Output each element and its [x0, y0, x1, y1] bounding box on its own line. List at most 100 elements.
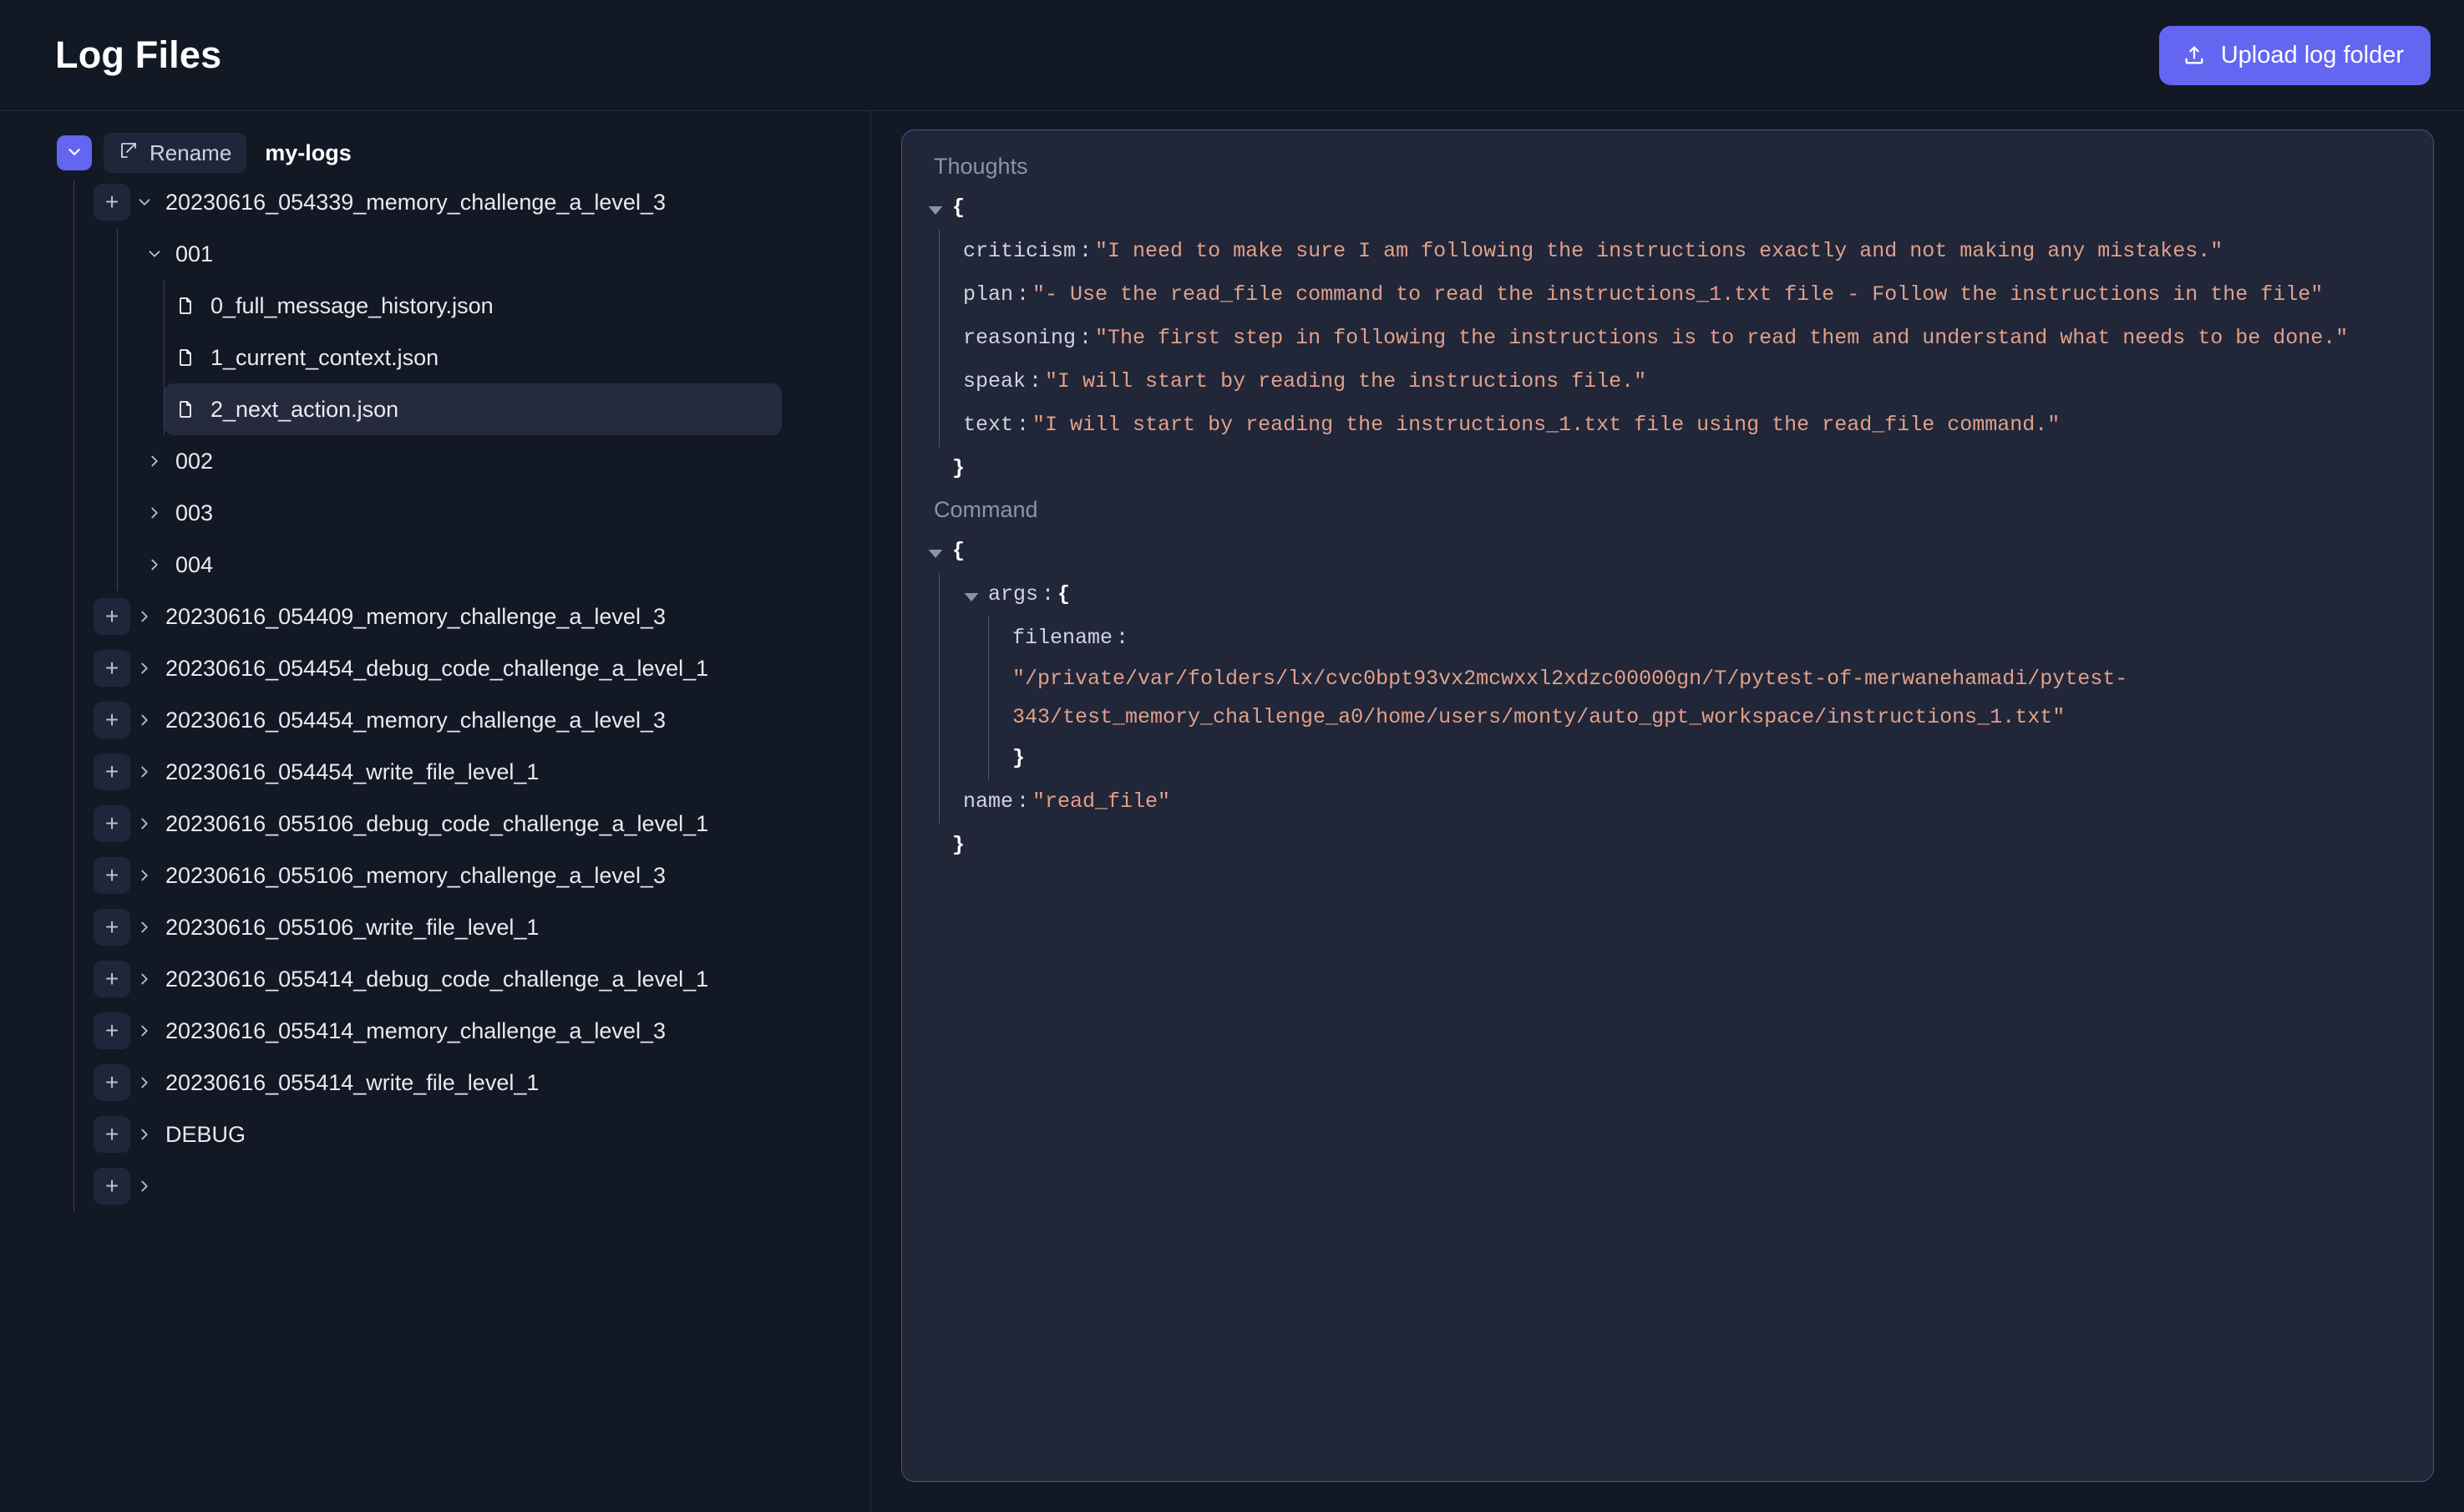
add-folder-button[interactable]: + — [94, 909, 130, 946]
json-brace: } — [952, 447, 965, 490]
file-label: 2_next_action.json — [210, 397, 398, 423]
tree-subfolder-row[interactable]: 001 — [0, 228, 870, 280]
add-folder-button[interactable]: + — [94, 1168, 130, 1205]
tree-folder-row-debug[interactable]: + — [0, 1160, 870, 1212]
tree-folder-label: 20230616_054454_memory_challenge_a_level… — [165, 708, 666, 733]
json-brace: } — [1012, 737, 1025, 780]
chevron-right-icon[interactable] — [130, 866, 159, 885]
root-folder-name: my-logs — [265, 140, 352, 166]
json-value: "/private/var/folders/lx/cvc0bpt93vx2mcw… — [1012, 660, 2140, 737]
json-key: filename — [1012, 616, 1113, 660]
json-entry-row: text : "I will start by reading the inst… — [963, 403, 2408, 447]
list-item[interactable]: 1_current_context.json — [164, 332, 782, 383]
tree-folder-row[interactable]: + 20230616_055106_debug_code_challenge_a… — [0, 798, 870, 850]
chevron-right-icon[interactable] — [130, 1022, 159, 1040]
tree-folder-row[interactable]: + 20230616_054454_debug_code_challenge_a… — [0, 642, 870, 694]
caret-down-icon[interactable] — [927, 186, 952, 219]
add-folder-button[interactable]: + — [94, 598, 130, 635]
chevron-right-icon[interactable] — [130, 918, 159, 936]
chevron-right-icon[interactable] — [130, 1125, 159, 1144]
tree-folder-row[interactable]: + 20230616_055106_memory_challenge_a_lev… — [0, 850, 870, 901]
tree-guide-line — [164, 280, 165, 435]
json-brace: { — [952, 186, 965, 230]
chevron-right-icon[interactable] — [130, 1177, 159, 1195]
tree-subfolder-label: 004 — [175, 552, 213, 578]
tree-folder-label: 20230616_055106_memory_challenge_a_level… — [165, 863, 666, 889]
json-key: text — [963, 403, 1013, 447]
chevron-right-icon[interactable] — [130, 607, 159, 626]
tree-folder-row[interactable]: + 20230616_055414_write_file_level_1 — [0, 1057, 870, 1109]
chevron-right-icon[interactable] — [140, 504, 169, 522]
json-args-open-row: args : { — [963, 573, 2408, 616]
tree-subfolder-row[interactable]: 002 — [0, 435, 870, 487]
tree-folder-row[interactable]: + DEBUG — [0, 1109, 870, 1160]
chevron-right-icon[interactable] — [140, 556, 169, 574]
json-entry-row: criticism : "I need to make sure I am fo… — [963, 230, 2408, 273]
list-item[interactable]: 0_full_message_history.json — [164, 280, 782, 332]
log-tree-pane: Rename my-logs + 20230616_054339_memory_… — [0, 111, 871, 1512]
tree-folder-row[interactable]: + 20230616_054339_memory_challenge_a_lev… — [0, 176, 870, 228]
tree-folder-row[interactable]: + 20230616_054454_memory_challenge_a_lev… — [0, 694, 870, 746]
add-folder-button[interactable]: + — [94, 857, 130, 894]
add-folder-button[interactable]: + — [94, 650, 130, 687]
chevron-right-icon[interactable] — [130, 1073, 159, 1092]
add-folder-button[interactable]: + — [94, 1012, 130, 1049]
add-folder-button[interactable]: + — [94, 1064, 130, 1101]
json-close-row: } — [927, 824, 2408, 867]
tree-folder-row[interactable]: + 20230616_054454_write_file_level_1 — [0, 746, 870, 798]
add-folder-button[interactable]: + — [94, 702, 130, 738]
page-title: Log Files — [55, 33, 221, 77]
chevron-right-icon[interactable] — [130, 970, 159, 988]
json-value: "I need to make sure I am following the … — [1095, 230, 2223, 273]
tree-folder-row[interactable]: + 20230616_055414_debug_code_challenge_a… — [0, 953, 870, 1005]
rename-button[interactable]: Rename — [104, 133, 246, 173]
tree-folder-row[interactable]: + 20230616_055414_memory_challenge_a_lev… — [0, 1005, 870, 1057]
json-entry-row: speak : "I will start by reading the ins… — [963, 360, 2408, 403]
json-value: "The first step in following the instruc… — [1095, 317, 2348, 360]
chevron-down-icon[interactable] — [130, 193, 159, 211]
tree-folder-row[interactable]: + 20230616_054409_memory_challenge_a_lev… — [0, 591, 870, 642]
tree-folder-row[interactable]: + 20230616_055106_write_file_level_1 — [0, 901, 870, 953]
add-folder-button[interactable]: + — [94, 184, 130, 221]
json-viewer-pane: Thoughts { criticism : "I need to make s… — [871, 111, 2464, 1512]
rename-button-label: Rename — [150, 140, 231, 166]
chevron-right-icon[interactable] — [140, 452, 169, 470]
json-value-row: "/private/var/folders/lx/cvc0bpt93vx2mcw… — [1012, 660, 2408, 737]
add-folder-button[interactable]: + — [94, 753, 130, 790]
json-brace: } — [952, 824, 965, 867]
list-item-selected[interactable]: 2_next_action.json — [164, 383, 782, 435]
upload-log-folder-button[interactable]: Upload log folder — [2159, 26, 2431, 85]
add-folder-button[interactable]: + — [94, 1116, 130, 1153]
chevron-right-icon[interactable] — [130, 659, 159, 677]
tree-subfolder-row[interactable]: 003 — [0, 487, 870, 539]
chevron-right-icon[interactable] — [130, 763, 159, 781]
file-icon — [175, 398, 199, 420]
tree-folder-label: DEBUG — [165, 1122, 246, 1148]
caret-down-icon[interactable] — [963, 573, 988, 606]
json-card: Thoughts { criticism : "I need to make s… — [901, 129, 2434, 1482]
chevron-right-icon[interactable] — [130, 814, 159, 833]
tree-subfolder-row[interactable]: 004 — [0, 539, 870, 591]
command-block: Command { args : — [927, 497, 2408, 867]
tree-subfolder-label: 002 — [175, 449, 213, 474]
caret-down-icon[interactable] — [927, 530, 952, 562]
thoughts-entries: criticism : "I need to make sure I am fo… — [939, 230, 2408, 447]
json-colon: : — [1076, 230, 1095, 273]
chevron-right-icon[interactable] — [130, 711, 159, 729]
json-key: args — [988, 573, 1038, 616]
add-folder-button[interactable]: + — [94, 805, 130, 842]
json-colon: : — [1013, 780, 1032, 824]
args-body: filename : "/private/var/folders/lx/cvc0… — [988, 616, 2408, 780]
add-folder-button[interactable]: + — [94, 961, 130, 997]
json-entry-row: reasoning : "The first step in following… — [963, 317, 2408, 360]
edit-square-icon — [119, 140, 139, 166]
json-key: criticism — [963, 230, 1076, 273]
tree-root-row: Rename my-logs — [0, 129, 870, 176]
upload-button-label: Upload log folder — [2221, 42, 2404, 69]
chevron-down-icon[interactable] — [140, 245, 169, 263]
json-key: speak — [963, 360, 1026, 403]
app-header: Log Files Upload log folder — [0, 0, 2464, 111]
root-collapse-toggle[interactable] — [57, 135, 92, 170]
file-icon — [175, 347, 199, 368]
json-key: plan — [963, 273, 1013, 317]
